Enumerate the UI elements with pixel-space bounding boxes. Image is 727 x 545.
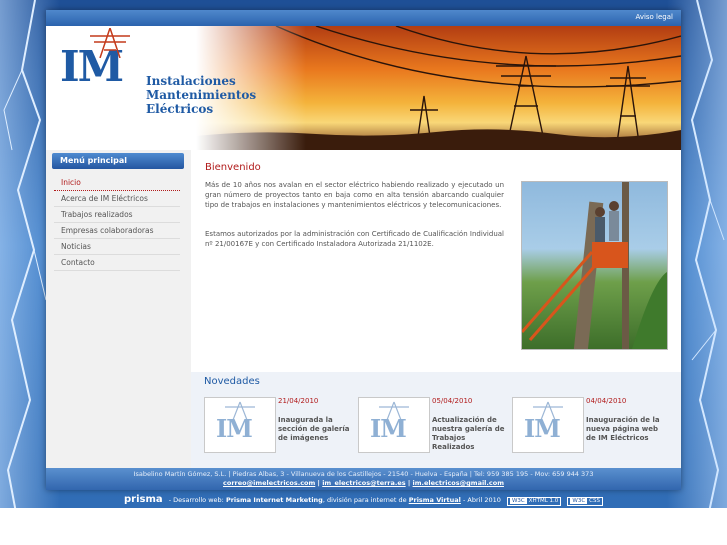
xhtml-valid-badge[interactable]: W3C XHTML 1.0 bbox=[506, 497, 562, 506]
w3c-label: W3C bbox=[570, 498, 588, 504]
menu-item-contacto[interactable]: Contacto bbox=[54, 255, 180, 271]
thumb-logo-mark: IM bbox=[524, 414, 561, 443]
welcome-paragraph-1: Más de 10 años nos avalan en el sector e… bbox=[205, 181, 504, 209]
thumb-logo-mark: IM bbox=[216, 414, 253, 443]
logo-line-2: Mantenimientos bbox=[146, 88, 257, 102]
news-text[interactable]: Inaugurada la sección de galería de imág… bbox=[278, 416, 356, 443]
news-item[interactable]: IM 21/04/2010 Inaugurada la sección de g… bbox=[204, 397, 354, 453]
menu-item-trabajos[interactable]: Trabajos realizados bbox=[54, 207, 180, 223]
news-title: Novedades bbox=[204, 376, 260, 387]
news-text[interactable]: Actualización de nuestra galería de Trab… bbox=[432, 416, 510, 452]
news-item[interactable]: IM 05/04/2010 Actualización de nuestra g… bbox=[358, 397, 508, 453]
logo-line-1: Instalaciones bbox=[146, 74, 236, 88]
news-item[interactable]: IM 04/04/2010 Inauguración de la nueva p… bbox=[512, 397, 662, 453]
credits-developer: Prisma Internet Marketing bbox=[225, 496, 323, 504]
news-thumbnail[interactable]: IM bbox=[512, 397, 584, 453]
main-menu: Menú principal Inicio Acerca de IM Eléct… bbox=[46, 150, 191, 470]
logo-line-3: Eléctricos bbox=[146, 102, 214, 116]
company-address: Isabelino Martín Gómez, S.L. | Piedras A… bbox=[133, 470, 594, 478]
welcome-section: Bienvenido Más de 10 años nos avalan en … bbox=[191, 150, 681, 372]
news-thumbnail[interactable]: IM bbox=[204, 397, 276, 453]
main-menu-list: Inicio Acerca de IM Eléctricos Trabajos … bbox=[54, 175, 180, 271]
credits-middle: , división para internet de bbox=[322, 496, 407, 504]
prisma-logo[interactable]: prisma bbox=[124, 494, 163, 505]
menu-item-inicio[interactable]: Inicio bbox=[54, 175, 180, 191]
prisma-virtual-link[interactable]: Prisma Virtual bbox=[409, 496, 461, 504]
footer: Isabelino Martín Gómez, S.L. | Piedras A… bbox=[46, 468, 681, 490]
company-logo[interactable]: IM Instalaciones Mantenimientos Eléctric… bbox=[60, 28, 256, 116]
header-banner: IM Instalaciones Mantenimientos Eléctric… bbox=[46, 26, 681, 150]
lightning-left-decoration bbox=[3, 0, 47, 545]
thumb-logo-mark: IM bbox=[370, 414, 407, 443]
news-date: 04/04/2010 bbox=[586, 397, 627, 405]
xhtml-label: XHTML 1.0 bbox=[528, 498, 559, 504]
news-section: Novedades IM 21/04/2010 Inaugurada la se… bbox=[191, 372, 681, 470]
credits-prefix: - Desarrollo web: bbox=[168, 496, 224, 504]
w3c-label: W3C bbox=[509, 498, 527, 504]
welcome-paragraph-2: Estamos autorizados por la administració… bbox=[205, 230, 504, 248]
css-valid-badge[interactable]: W3C CSS bbox=[567, 497, 603, 506]
logo-text: Instalaciones Mantenimientos Eléctricos bbox=[146, 74, 256, 116]
news-date: 05/04/2010 bbox=[432, 397, 473, 405]
email-link-3[interactable]: im.electricos@gmail.com bbox=[413, 479, 504, 487]
pylon-logo-icon bbox=[90, 28, 130, 58]
news-date: 21/04/2010 bbox=[278, 397, 319, 405]
welcome-title: Bienvenido bbox=[205, 162, 261, 173]
news-text[interactable]: Inauguración de la nueva página web de I… bbox=[586, 416, 664, 443]
css-label: CSS bbox=[589, 498, 600, 504]
news-thumbnail[interactable]: IM bbox=[358, 397, 430, 453]
credits-bar: prisma - Desarrollo web: Prisma Internet… bbox=[0, 494, 727, 506]
page-container: Aviso legal IM Instalaciones Mantenimien… bbox=[46, 10, 681, 490]
main-menu-heading: Menú principal bbox=[52, 153, 184, 169]
email-link-1[interactable]: correo@imelectricos.com bbox=[223, 479, 315, 487]
credits-suffix: - Abril 2010 bbox=[462, 496, 501, 504]
contact-emails: correo@imelectricos.com | im_electricos@… bbox=[223, 479, 504, 487]
email-link-2[interactable]: im_electricos@terra.es bbox=[322, 479, 405, 487]
menu-item-empresas[interactable]: Empresas colaboradoras bbox=[54, 223, 180, 239]
menu-item-acerca[interactable]: Acerca de IM Eléctricos bbox=[54, 191, 180, 207]
lightning-right-decoration bbox=[690, 0, 725, 545]
workers-on-pole-photo bbox=[521, 181, 668, 350]
bottom-blank-area bbox=[0, 508, 727, 545]
workers-illustration bbox=[522, 182, 667, 349]
top-bar: Aviso legal bbox=[46, 10, 681, 26]
legal-notice-link[interactable]: Aviso legal bbox=[635, 13, 673, 21]
menu-item-noticias[interactable]: Noticias bbox=[54, 239, 180, 255]
